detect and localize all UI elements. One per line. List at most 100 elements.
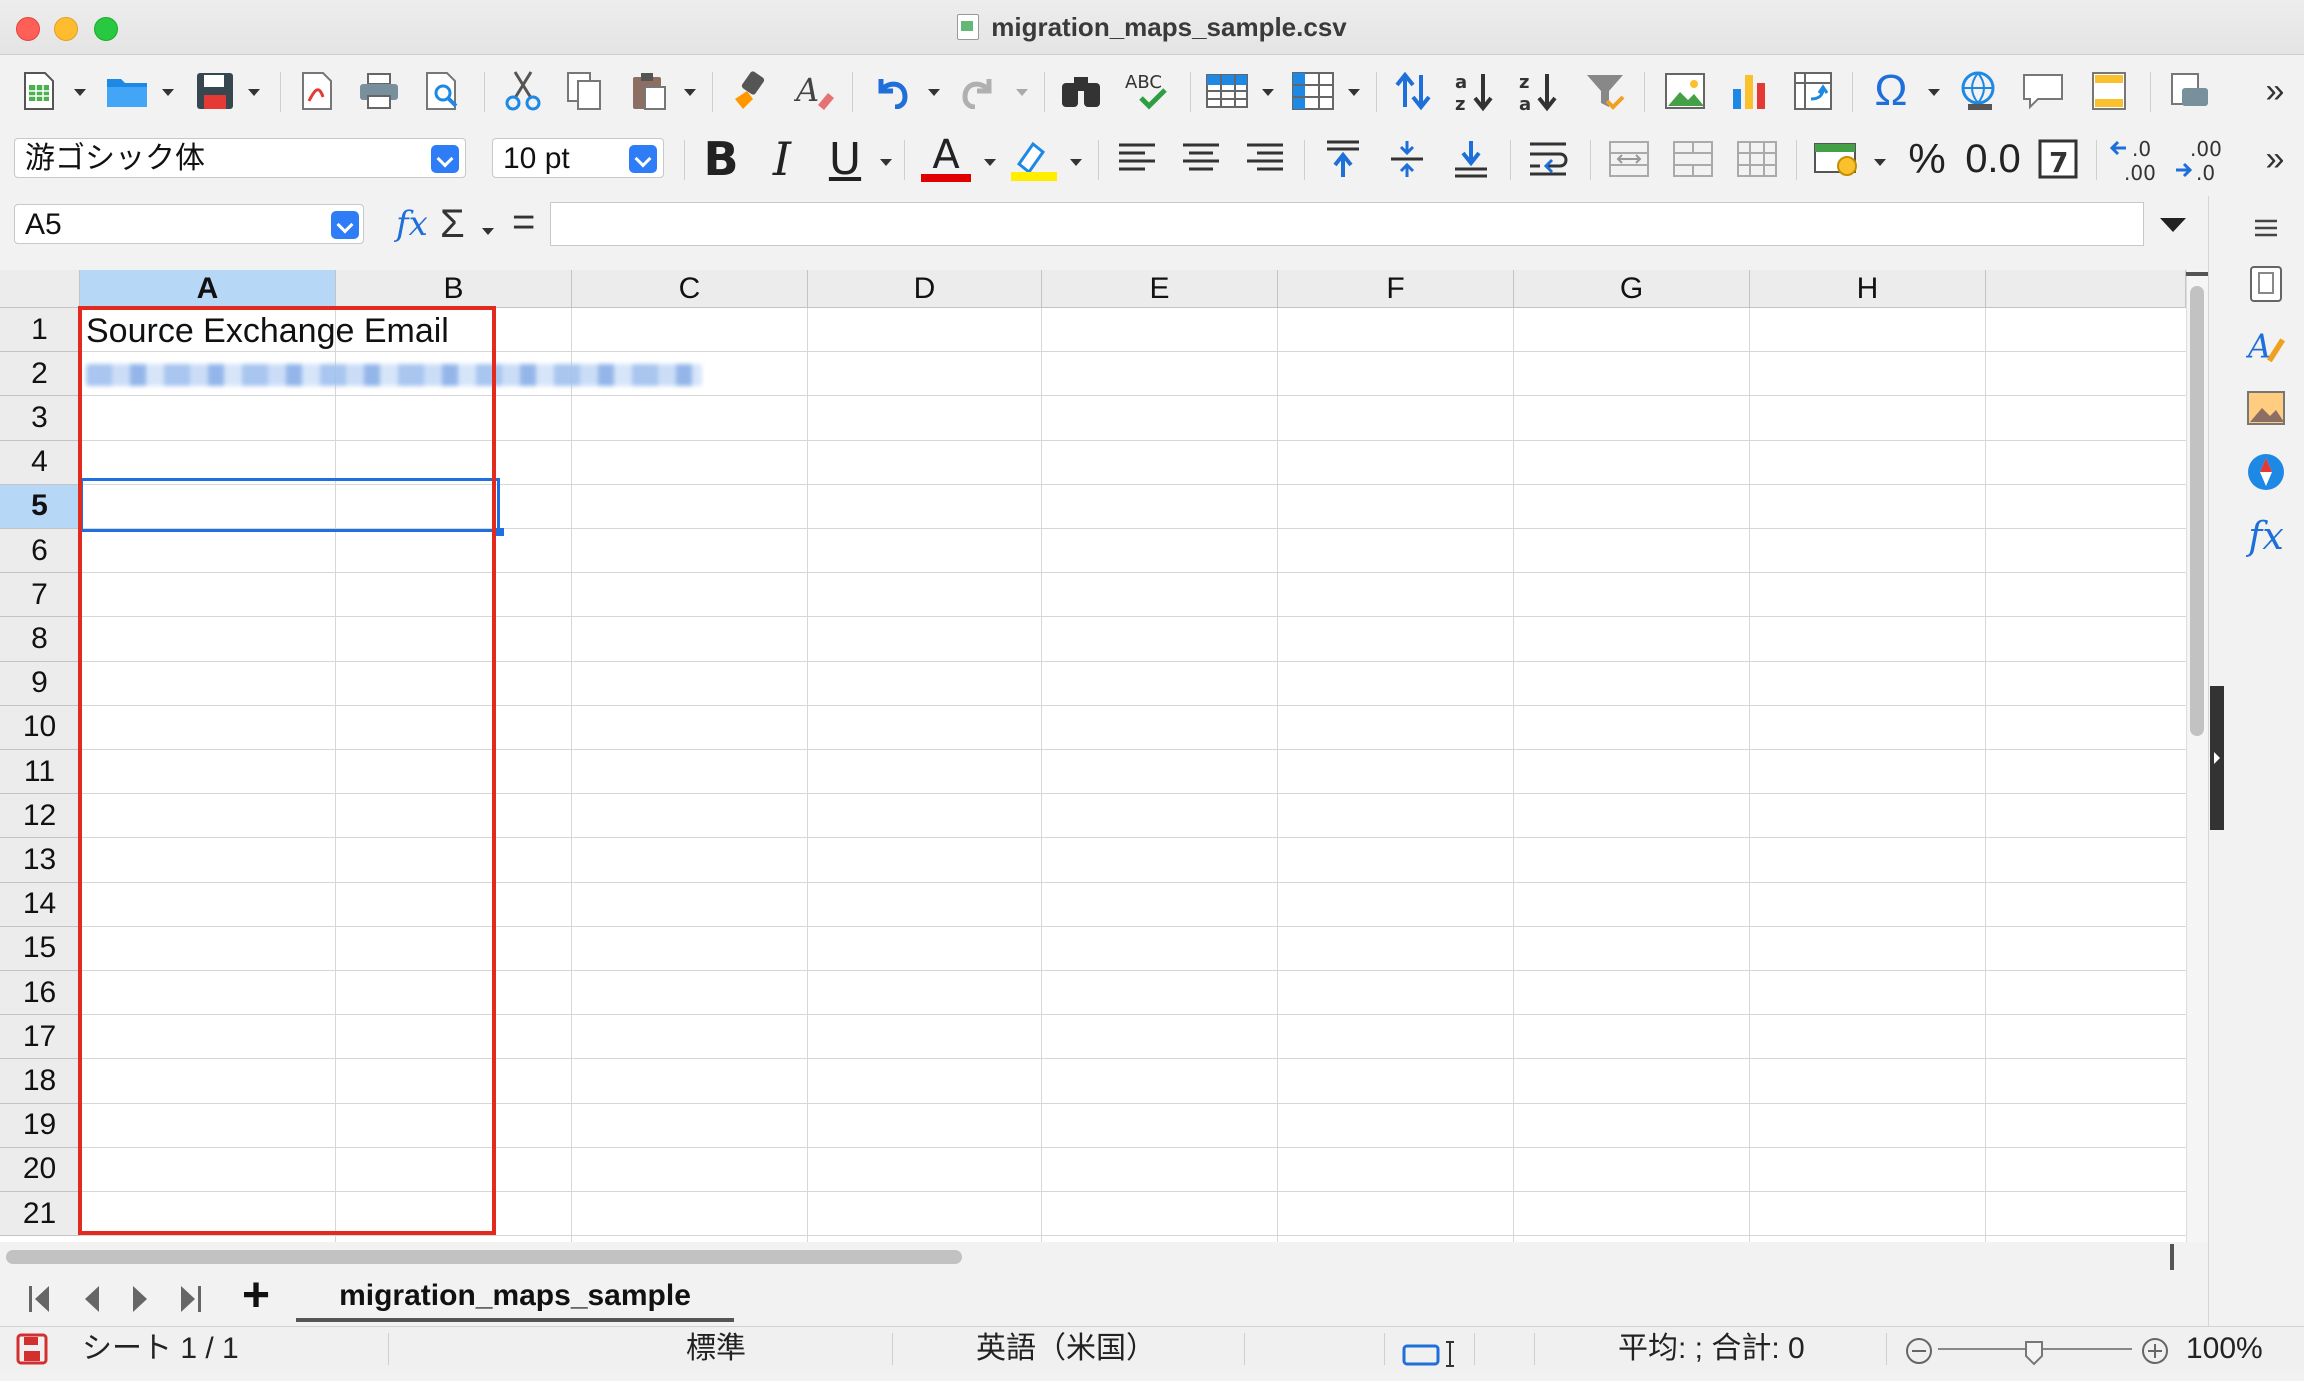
- rows-dropdown-caret[interactable]: [1262, 89, 1274, 96]
- row-header-20[interactable]: 20: [0, 1147, 80, 1192]
- font-color-button[interactable]: A: [918, 134, 974, 184]
- align-top-icon[interactable]: [1318, 134, 1368, 184]
- zoom-level[interactable]: 100%: [2186, 1327, 2263, 1371]
- document-modified-icon[interactable]: [16, 1333, 48, 1365]
- horizontal-scrollbar-thumb[interactable]: [6, 1250, 962, 1264]
- name-box[interactable]: A5: [14, 204, 364, 244]
- delete-decimal-icon[interactable]: .00.0: [2172, 134, 2228, 184]
- page-style[interactable]: 標準: [686, 1327, 746, 1371]
- font-name-combobox[interactable]: 游ゴシック体: [14, 138, 466, 178]
- cell-a2-redacted[interactable]: [86, 364, 702, 386]
- highlight-color-icon[interactable]: [1006, 134, 1062, 184]
- row-header-2[interactable]: 2: [0, 352, 80, 397]
- styles-icon[interactable]: A: [2246, 326, 2286, 366]
- row-header-1[interactable]: 1: [0, 308, 80, 353]
- currency-dropdown-caret[interactable]: [1874, 159, 1886, 166]
- row-header-13[interactable]: 13: [0, 838, 80, 883]
- autofill-handle[interactable]: [496, 528, 504, 536]
- insert-rows-icon[interactable]: [1202, 66, 1252, 116]
- row-header-21[interactable]: 21: [0, 1192, 80, 1237]
- spreadsheet-grid[interactable]: ABCDEFGH 1 2 3 4 5 6 7 8 9 10 11 12 13 14 15 16 17 18 19 20…: [0, 270, 2186, 1242]
- print-preview-icon[interactable]: [418, 66, 468, 116]
- print-area-icon[interactable]: [2164, 66, 2214, 116]
- cut-icon[interactable]: [498, 66, 548, 116]
- sheet-tab-migration-maps-sample[interactable]: migration_maps_sample: [296, 1274, 734, 1322]
- sort-descending-icon[interactable]: za: [1516, 66, 1566, 116]
- first-sheet-icon[interactable]: [24, 1282, 54, 1316]
- font-size-combobox[interactable]: 10 pt: [492, 138, 664, 178]
- clone-formatting-icon[interactable]: [724, 66, 774, 116]
- zoom-in-icon[interactable]: [2140, 1335, 2170, 1365]
- autofilter-icon[interactable]: [1580, 66, 1630, 116]
- headers-footers-icon[interactable]: [2084, 66, 2134, 116]
- text-language[interactable]: 英語（米国）: [976, 1327, 1156, 1371]
- export-pdf-icon[interactable]: [292, 66, 342, 116]
- sort-icon[interactable]: [1388, 66, 1438, 116]
- underline-dropdown-caret[interactable]: [880, 159, 892, 166]
- highlight-dropdown-caret[interactable]: [1070, 159, 1082, 166]
- open-folder-icon[interactable]: [100, 66, 154, 116]
- previous-sheet-icon[interactable]: [76, 1282, 106, 1316]
- column-header-c[interactable]: C: [572, 270, 808, 308]
- column-header-i[interactable]: [1986, 270, 2186, 308]
- hyperlink-icon[interactable]: [1954, 66, 2004, 116]
- select-all-corner[interactable]: [0, 270, 80, 308]
- number-format-button[interactable]: 0.0: [1964, 134, 2022, 184]
- find-replace-icon[interactable]: [1056, 66, 1106, 116]
- row-header-3[interactable]: 3: [0, 396, 80, 441]
- row-header-11[interactable]: 11: [0, 750, 80, 795]
- navigator-icon[interactable]: [2246, 452, 2286, 492]
- cell-cursor-a5[interactable]: [80, 478, 500, 532]
- row-header-7[interactable]: 7: [0, 573, 80, 618]
- autosum-dropdown-caret[interactable]: [482, 228, 494, 235]
- align-center-icon[interactable]: [1176, 134, 1226, 184]
- row-header-6[interactable]: 6: [0, 529, 80, 574]
- function-wizard-button[interactable]: fx: [396, 204, 428, 244]
- row-header-16[interactable]: 16: [0, 971, 80, 1016]
- row-header-10[interactable]: 10: [0, 705, 80, 750]
- align-middle-icon[interactable]: [1382, 134, 1432, 184]
- column-header-f[interactable]: F: [1278, 270, 1514, 308]
- row-header-5[interactable]: 5: [0, 484, 80, 529]
- row-header-12[interactable]: 12: [0, 794, 80, 839]
- save-icon[interactable]: [190, 66, 240, 116]
- comment-icon[interactable]: [2018, 66, 2068, 116]
- percent-format-button[interactable]: %: [1902, 134, 1952, 184]
- undo-icon[interactable]: [866, 66, 916, 116]
- zoom-slider-thumb[interactable]: [2024, 1335, 2044, 1366]
- sort-ascending-icon[interactable]: az: [1452, 66, 1502, 116]
- redo-icon[interactable]: [954, 66, 1004, 116]
- add-sheet-button[interactable]: +: [236, 1272, 276, 1320]
- italic-button[interactable]: I: [760, 132, 804, 186]
- align-right-icon[interactable]: [1240, 134, 1290, 184]
- row-header-4[interactable]: 4: [0, 440, 80, 485]
- unmerge-cells-icon[interactable]: [1732, 134, 1782, 184]
- copy-icon[interactable]: [560, 66, 610, 116]
- split-handle-top[interactable]: [2186, 272, 2208, 276]
- merge-cells-icon[interactable]: [1668, 134, 1718, 184]
- add-decimal-icon[interactable]: .0.00: [2108, 134, 2164, 184]
- cell-a1[interactable]: Source Exchange Email: [86, 312, 449, 351]
- undo-dropdown-caret[interactable]: [928, 89, 940, 96]
- toolbar-overflow-icon[interactable]: »: [2260, 66, 2290, 116]
- paste-dropdown-caret[interactable]: [684, 89, 696, 96]
- formula-input[interactable]: [550, 202, 2144, 246]
- column-header-g[interactable]: G: [1514, 270, 1750, 308]
- chevron-down-icon[interactable]: [431, 145, 459, 173]
- print-icon[interactable]: [354, 66, 404, 116]
- special-character-dropdown-caret[interactable]: [1928, 89, 1940, 96]
- toolbar-overflow-icon[interactable]: »: [2260, 134, 2290, 184]
- open-dropdown-caret[interactable]: [162, 89, 174, 96]
- column-header-d[interactable]: D: [808, 270, 1042, 308]
- row-header-18[interactable]: 18: [0, 1059, 80, 1104]
- next-sheet-icon[interactable]: [126, 1282, 156, 1316]
- font-color-dropdown-caret[interactable]: [984, 159, 996, 166]
- align-bottom-icon[interactable]: [1446, 134, 1496, 184]
- pivot-table-icon[interactable]: [1788, 66, 1838, 116]
- wrap-text-icon[interactable]: [1524, 134, 1574, 184]
- row-header-8[interactable]: 8: [0, 617, 80, 662]
- vertical-scrollbar-thumb[interactable]: [2190, 286, 2204, 736]
- save-dropdown-caret[interactable]: [248, 89, 260, 96]
- row-header-19[interactable]: 19: [0, 1103, 80, 1148]
- new-dropdown-caret[interactable]: [74, 89, 86, 96]
